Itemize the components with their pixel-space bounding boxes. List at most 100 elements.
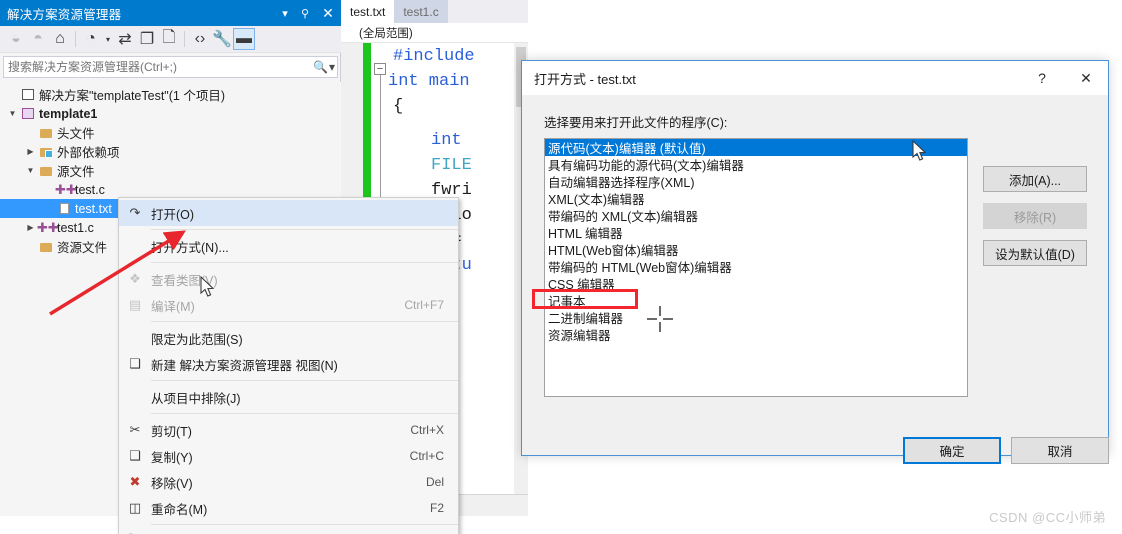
menu-item-scope-to-this[interactable]: 限定为此范围(S) [119,325,458,351]
new-view-icon: ❑ [129,356,141,371]
twisty-collapsed-icon[interactable]: ▶ [24,223,37,232]
open-icon: ↷ [129,205,141,220]
pin-icon[interactable]: ⚲ [295,0,315,26]
folder-open-icon [37,164,55,178]
menu-item-exclude-from-project[interactable]: 从项目中排除(J) [119,384,458,410]
menu-item-open[interactable]: ↷ 打开(O) [119,200,458,226]
menu-item-open-with[interactable]: 打开方式(N)... [119,233,458,259]
menu-item-copy[interactable]: ❑ 复制(Y) Ctrl+C [119,443,458,469]
collapse-all-icon[interactable]: ❐ [136,28,158,50]
menu-item-label: 重命名(M) [151,502,208,517]
tree-item-header-files[interactable]: 头文件 [0,123,341,142]
menu-item-shortcut: Del [425,475,444,489]
preview-icon[interactable]: ▬ [233,28,255,50]
folder-ref-icon [37,145,55,159]
wrench-icon[interactable]: 🔧 [211,28,233,50]
help-icon[interactable]: ? [1020,61,1064,95]
list-item[interactable]: 源代码(文本)编辑器 (默认值) [545,139,967,156]
tree-item-label: template1 [39,106,98,121]
list-item[interactable]: 记事本 [545,292,967,309]
set-as-default-button[interactable]: 设为默认值(D) [983,240,1087,266]
search-input[interactable] [4,60,311,74]
sync-icon[interactable]: ⇄ [114,28,136,50]
menu-item-new-solution-explorer-view[interactable]: ❑ 新建 解决方案资源管理器 视图(N) [119,351,458,377]
copy-icon: ❑ [129,448,141,463]
list-item[interactable]: 自动编辑器选择程序(XML) [545,173,967,190]
program-listbox[interactable]: 源代码(文本)编辑器 (默认值) 具有编码功能的源代码(文本)编辑器 自动编辑器… [544,138,968,397]
menu-item-compile: ▤ 编译(M) Ctrl+F7 [119,292,458,318]
ok-button[interactable]: 确定 [903,437,1001,464]
menu-item-view-class-diagram: ❖ 查看类图(V) [119,266,458,292]
class-diagram-icon: ❖ [129,271,141,286]
dialog-titlebar: 打开方式 - test.txt ? ✕ [522,61,1108,95]
close-icon[interactable]: ✕ [1064,61,1108,95]
twisty-expanded-icon[interactable]: ▼ [24,166,37,175]
list-item[interactable]: HTML(Web窗体)编辑器 [545,241,967,258]
menu-item-rename[interactable]: ◫ 重命名(M) F2 [119,495,458,521]
menu-separator [151,413,458,414]
menu-item-remove[interactable]: ✖ 移除(V) Del [119,469,458,495]
dialog-body: 选择要用来打开此文件的程序(C): 源代码(文本)编辑器 (默认值) 具有编码功… [522,95,1109,464]
toolbar-separator [75,31,76,47]
back-icon[interactable]: ◒ [5,28,27,50]
dialog-title: 打开方式 - test.txt [534,71,636,87]
tree-item-label: 外部依赖项 [57,146,120,160]
menu-item-cut[interactable]: ✂ 剪切(T) Ctrl+X [119,417,458,443]
close-icon[interactable]: ✕ [315,0,341,26]
code-line: int main [388,72,470,91]
list-item[interactable]: HTML 编辑器 [545,224,967,241]
tab-test1-c[interactable]: test1.c [394,0,448,23]
properties-icon[interactable]: 🗋 [158,28,180,50]
pending-changes-icon[interactable]: ◔ [80,28,102,50]
chevron-down-icon[interactable]: ▾ [102,28,114,50]
tree-item-solution[interactable]: 解决方案"templateTest"(1 个项目) [0,85,341,104]
home-icon[interactable]: ⌂ [49,28,71,50]
add-button[interactable]: 添加(A)... [983,166,1087,192]
list-item-binary-editor[interactable]: 二进制编辑器 [545,309,967,326]
scope-dropdown[interactable]: (全局范围) [341,23,528,43]
tree-item-template1[interactable]: ▼ template1 [0,104,341,123]
list-item[interactable]: 带编码的 HTML(Web窗体)编辑器 [545,258,967,275]
search-icon[interactable]: 🔍 ▾ [311,60,337,74]
list-item[interactable]: 带编码的 XML(文本)编辑器 [545,207,967,224]
tree-item-source-files[interactable]: ▼ 源文件 [0,161,341,180]
watermark: CSDN @CC小师弟 [989,510,1106,525]
solution-explorer-title: 解决方案资源管理器 [7,7,122,22]
code-line: { [393,97,404,116]
titlebar-filler [121,0,275,26]
rename-icon: ◫ [128,500,142,515]
code-line: int [431,131,462,150]
twisty-expanded-icon[interactable]: ▼ [6,109,19,118]
list-item[interactable]: CSS 编辑器 [545,275,967,292]
menu-item-shortcut: Ctrl+X [410,423,444,437]
code-line: #include [393,47,475,66]
search-box[interactable]: 🔍 ▾ [3,56,338,78]
c-file-icon: ✚✚ [37,219,59,235]
menu-item-shortcut: Ctrl+C [409,449,444,463]
tab-test-txt[interactable]: test.txt [341,0,395,23]
menu-item-label: 编译(M) [151,299,195,314]
c-file-icon: ✚✚ [55,181,77,197]
forward-icon[interactable]: ◓ [27,28,49,50]
list-item[interactable]: 具有编码功能的源代码(文本)编辑器 [545,156,967,173]
editor-tabstrip: test.txt test1.c [341,0,528,23]
dropdown-caret-icon[interactable]: ▾ [275,0,295,26]
text-file-icon [55,202,73,216]
menu-separator [151,229,458,230]
twisty-collapsed-icon[interactable]: ▶ [24,147,37,156]
menu-item-label: 打开方式(N)... [151,240,229,255]
tree-item-label: 头文件 [57,127,95,141]
menu-item-properties[interactable]: 🔧 属性(R) [119,528,458,534]
collapse-region-icon[interactable]: − [374,63,386,75]
screenshot-root: 解决方案资源管理器 ▾ ⚲ ✕ ◒ ◓ ⌂ ◔ ▾ ⇄ ❐ 🗋 ‹› 🔧 ▬ 搜… [0,0,1122,534]
solution-explorer-titlebar: 解决方案资源管理器 ▾ ⚲ ✕ [0,0,341,26]
remove-x-icon: ✖ [129,474,141,489]
tree-item-external-deps[interactable]: ▶ 外部依赖项 [0,142,341,161]
menu-item-label: 新建 解决方案资源管理器 视图(N) [151,358,338,373]
list-item[interactable]: XML(文本)编辑器 [545,190,967,207]
menu-separator [151,380,458,381]
show-all-files-icon[interactable]: ‹› [189,28,211,50]
cancel-button[interactable]: 取消 [1011,437,1109,464]
list-item[interactable]: 资源编辑器 [545,326,967,343]
menu-item-label: 打开(O) [151,207,195,222]
